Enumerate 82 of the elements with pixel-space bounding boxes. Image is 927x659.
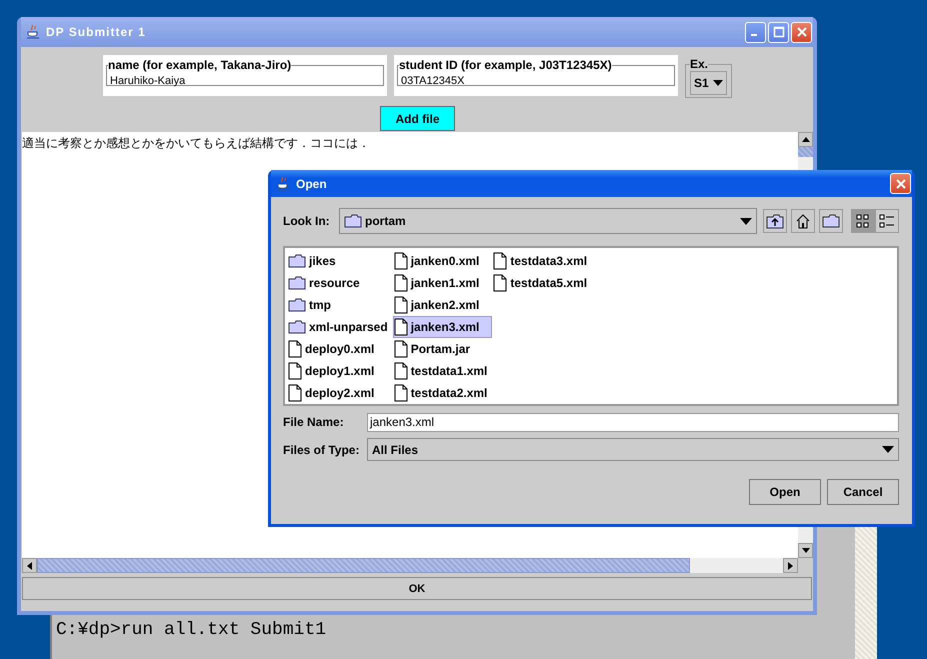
console-command: C:¥dp>run all.txt Submit1 xyxy=(56,620,326,640)
name-field[interactable]: name (for example, Takana-Jiro) Haruhiko-Kaiya xyxy=(103,55,387,96)
close-button[interactable] xyxy=(890,173,911,194)
new-folder-button[interactable] xyxy=(819,209,843,233)
coffee-cup-icon xyxy=(25,24,41,40)
file-list-item[interactable]: testdata5.xml xyxy=(492,272,592,294)
close-icon xyxy=(796,26,808,38)
file-icon xyxy=(394,296,408,314)
field-value: Haruhiko-Kaiya xyxy=(110,75,186,87)
file-list-item[interactable]: testdata2.xml xyxy=(392,382,492,404)
coffee-cup-icon xyxy=(275,176,291,192)
dialog-title: Open xyxy=(296,176,327,190)
file-list-item[interactable]: janken2.xml xyxy=(392,294,492,316)
down-arrow-icon xyxy=(802,548,810,553)
window-title: DP Submitter 1 xyxy=(46,25,146,39)
comment-text: 適当に考察とか感想とかをかいてもらえば結構です．ココには． xyxy=(22,136,370,150)
file-list-item[interactable]: janken3.xml xyxy=(392,316,492,338)
caret-icon xyxy=(740,218,752,224)
file-list-item[interactable]: jikes xyxy=(287,250,393,272)
horizontal-scrollbar[interactable] xyxy=(22,558,798,573)
file-icon xyxy=(394,274,408,292)
file-list-item[interactable]: deploy0.xml xyxy=(287,338,393,360)
folder-icon xyxy=(288,298,306,312)
right-arrow-icon xyxy=(788,562,793,570)
minimize-icon xyxy=(750,34,756,36)
open-button[interactable]: Open xyxy=(749,479,821,505)
file-list-item[interactable]: testdata1.xml xyxy=(392,360,492,382)
caret-icon xyxy=(882,446,894,453)
folder-icon xyxy=(822,214,840,228)
scrollbar-thumb[interactable] xyxy=(798,147,813,157)
look-in-dropdown[interactable]: portam xyxy=(339,208,757,234)
folder-icon xyxy=(288,320,306,334)
file-list-item[interactable]: testdata3.xml xyxy=(492,250,592,272)
cancel-button[interactable]: Cancel xyxy=(827,479,899,505)
files-of-type-label: Files of Type: xyxy=(283,442,360,456)
details-view-button[interactable] xyxy=(875,209,899,233)
file-name-field[interactable]: janken3.xml xyxy=(367,412,899,432)
file-icon xyxy=(493,274,508,292)
details-list-icon xyxy=(879,213,895,229)
file-icon xyxy=(288,384,302,402)
up-folder-icon xyxy=(766,213,784,229)
file-list-item[interactable]: deploy2.xml xyxy=(287,382,393,404)
add-file-button[interactable]: Add file xyxy=(380,106,455,131)
folder-icon xyxy=(344,214,362,228)
home-button[interactable] xyxy=(791,209,815,233)
file-name-label: File Name: xyxy=(283,415,345,429)
file-list-item[interactable]: tmp xyxy=(287,294,393,316)
field-value: 03TA12345X xyxy=(401,75,464,87)
file-icon xyxy=(394,340,408,358)
folder-icon xyxy=(288,276,306,290)
ok-button[interactable]: OK xyxy=(22,577,812,600)
look-in-label: Look In: xyxy=(283,214,331,228)
file-list-item[interactable]: janken1.xml xyxy=(392,272,492,294)
file-icon xyxy=(394,384,408,402)
up-folder-button[interactable] xyxy=(763,209,787,233)
list-view-button[interactable] xyxy=(851,209,875,233)
file-icon xyxy=(394,252,408,270)
file-icon xyxy=(288,362,302,380)
file-list-item[interactable]: janken0.xml xyxy=(392,250,492,272)
caret-icon xyxy=(712,80,723,86)
files-of-type-dropdown[interactable]: All Files xyxy=(367,438,899,461)
up-arrow-icon xyxy=(802,137,810,142)
grid-icon xyxy=(855,213,871,229)
student-id-field[interactable]: student ID (for example, J03T12345X) 03TA12345X xyxy=(394,55,678,96)
file-list-item[interactable]: xml-unparsed xyxy=(287,316,393,338)
file-icon xyxy=(394,318,408,336)
home-icon xyxy=(795,213,811,229)
file-icon xyxy=(288,340,302,358)
file-list-item[interactable]: resource xyxy=(287,272,393,294)
file-list-item[interactable]: Portam.jar xyxy=(392,338,492,360)
exercise-label: Ex. xyxy=(690,58,708,70)
field-label: name (for example, Takana-Jiro) xyxy=(108,60,292,70)
field-label: student ID (for example, J03T12345X) xyxy=(399,60,612,70)
left-arrow-icon xyxy=(27,562,32,570)
file-icon xyxy=(394,362,408,380)
maximize-icon xyxy=(772,26,784,38)
file-list-item[interactable]: deploy1.xml xyxy=(287,360,393,382)
scrollbar-thumb[interactable] xyxy=(37,558,690,573)
close-icon xyxy=(894,178,906,190)
folder-icon xyxy=(288,254,306,268)
file-icon xyxy=(493,252,508,270)
exercise-dropdown[interactable]: S1 xyxy=(690,71,727,95)
